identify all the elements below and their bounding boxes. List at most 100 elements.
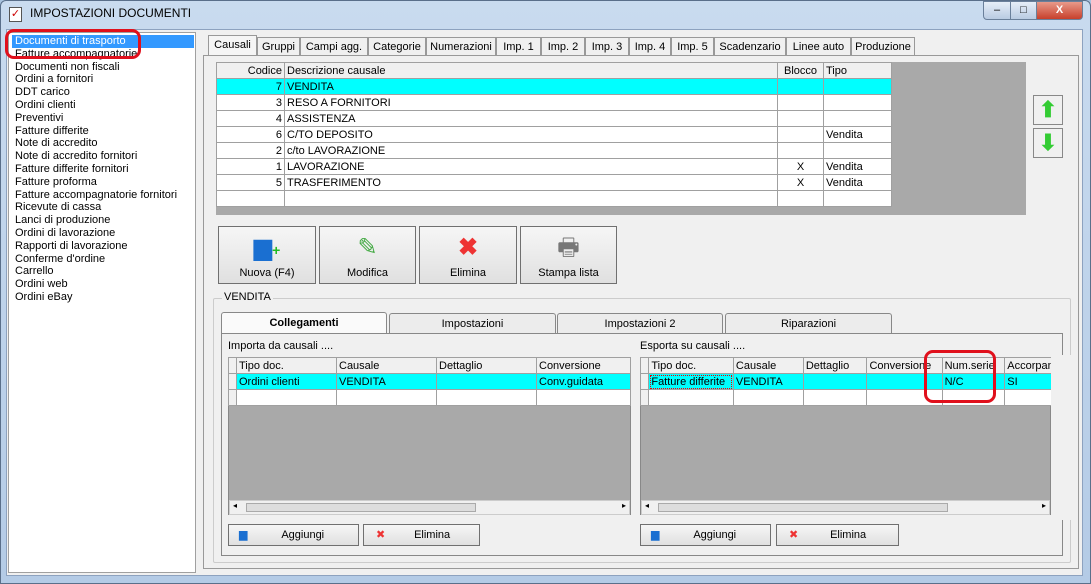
new-button[interactable]: ▆+ Nuova (F4) — [218, 226, 316, 284]
table-row[interactable] — [228, 389, 631, 406]
list-item[interactable]: Ordini di lavorazione — [12, 227, 194, 240]
importa-delete-button[interactable]: ✖ Elimina — [363, 524, 480, 546]
maximize-button[interactable]: □ — [1010, 1, 1037, 20]
table-cell[interactable] — [648, 389, 734, 406]
column-header[interactable]: Tipo doc. — [648, 357, 734, 374]
table-cell[interactable] — [823, 190, 892, 207]
minimize-button[interactable]: – — [983, 1, 1011, 20]
table-cell[interactable] — [436, 373, 537, 390]
column-header[interactable]: Conversione — [536, 357, 631, 374]
list-item[interactable]: Rapporti di lavorazione — [12, 240, 194, 253]
list-item[interactable]: Fatture differite — [12, 125, 194, 138]
table-row[interactable] — [216, 190, 892, 207]
tab-scadenzario[interactable]: Scadenzario — [714, 37, 786, 56]
table-row[interactable]: Ordini clienti VENDITA Conv.guidata — [228, 373, 631, 390]
table-row[interactable]: 4 ASSISTENZA — [216, 110, 892, 127]
tab-causali[interactable]: Causali — [208, 35, 257, 56]
list-item[interactable]: Fatture differite fornitori — [12, 163, 194, 176]
table-cell[interactable] — [777, 110, 824, 127]
table-cell[interactable]: 5 — [216, 174, 285, 191]
column-header[interactable]: Dettaglio — [802, 357, 868, 374]
list-item[interactable]: Conferme d'ordine — [12, 253, 194, 266]
tab-imp-1[interactable]: Imp. 1 — [496, 37, 541, 56]
table-cell[interactable] — [777, 94, 824, 111]
table-row[interactable]: 7 VENDITA — [216, 78, 892, 95]
table-cell[interactable]: VENDITA — [732, 373, 804, 390]
tab-produzione[interactable]: Produzione — [851, 37, 915, 56]
importa-hscrollbar[interactable]: ◂ ▸ — [229, 500, 630, 515]
table-cell[interactable]: VENDITA — [284, 78, 778, 95]
table-cell[interactable] — [236, 389, 337, 406]
subtab-impostazioni-2[interactable]: Impostazioni 2 — [557, 313, 723, 334]
table-row[interactable]: Fatture differite VENDITA N/C SI — [639, 373, 1070, 390]
list-item[interactable]: Documenti non fiscali — [12, 61, 194, 74]
list-item[interactable]: Fatture accompagnatorie fornitori — [12, 189, 194, 202]
table-cell[interactable]: VENDITA — [336, 373, 437, 390]
column-header[interactable]: Dettaglio — [436, 357, 537, 374]
list-item[interactable]: Carrello — [12, 265, 194, 278]
esporta-grid[interactable]: Tipo doc. Causale Dettaglio Conversione Num.… — [639, 357, 1070, 406]
table-cell[interactable] — [777, 78, 824, 95]
table-cell[interactable] — [436, 389, 537, 406]
tab-linee-auto[interactable]: Linee auto — [786, 37, 851, 56]
table-row[interactable]: 2 c/to LAVORAZIONE — [216, 142, 892, 159]
subtab-riparazioni[interactable]: Riparazioni — [725, 313, 892, 334]
column-header[interactable]: Tipo doc. — [236, 357, 337, 374]
table-cell[interactable]: Vendita — [823, 174, 892, 191]
importa-add-button[interactable]: ▆ Aggiungi — [228, 524, 359, 546]
list-item[interactable]: Preventivi — [12, 112, 194, 125]
list-item[interactable]: Ordini clienti — [12, 99, 194, 112]
esporta-hscrollbar[interactable]: ◂ ▸ — [641, 500, 1050, 515]
table-cell[interactable]: 1 — [216, 158, 285, 175]
table-cell[interactable] — [823, 94, 892, 111]
table-row[interactable]: 5 TRASFERIMENTO X Vendita — [216, 174, 892, 191]
table-cell[interactable]: c/to LAVORAZIONE — [284, 142, 778, 159]
column-header[interactable]: Descrizione causale — [284, 62, 778, 79]
move-up-button[interactable]: ⬆ — [1033, 95, 1063, 125]
close-button[interactable]: X — [1036, 1, 1083, 20]
table-cell[interactable]: Conv.guidata — [536, 373, 631, 390]
tab-imp-5[interactable]: Imp. 5 — [671, 37, 714, 56]
list-item[interactable]: Lanci di produzione — [12, 214, 194, 227]
table-cell[interactable] — [336, 389, 437, 406]
edit-button[interactable]: ✎ Modifica — [319, 226, 416, 284]
table-row[interactable] — [639, 389, 1070, 406]
tab-campi-agg-[interactable]: Campi agg. — [300, 37, 368, 56]
table-cell[interactable] — [777, 126, 824, 143]
move-down-button[interactable]: ⬇ — [1033, 128, 1063, 158]
table-row[interactable]: 1 LAVORAZIONE X Vendita — [216, 158, 892, 175]
list-item[interactable]: Note di accredito fornitori — [12, 150, 194, 163]
tab-gruppi[interactable]: Gruppi — [257, 37, 300, 56]
table-cell[interactable] — [216, 190, 285, 207]
esporta-add-button[interactable]: ▆ Aggiungi — [640, 524, 771, 546]
tab-imp-3[interactable]: Imp. 3 — [585, 37, 629, 56]
table-cell[interactable]: 2 — [216, 142, 285, 159]
document-type-list[interactable]: Documenti di trasporto Fatture accompagna… — [8, 32, 196, 573]
esporta-delete-button[interactable]: ✖ Elimina — [776, 524, 899, 546]
list-item[interactable]: Note di accredito — [12, 137, 194, 150]
column-header[interactable]: Causale — [732, 357, 804, 374]
column-header[interactable]: Causale — [336, 357, 437, 374]
list-item[interactable]: Fatture proforma — [12, 176, 194, 189]
table-cell[interactable]: Fatture differite — [648, 373, 734, 390]
table-row[interactable]: 3 RESO A FORNITORI — [216, 94, 892, 111]
table-cell[interactable] — [732, 389, 804, 406]
list-item[interactable]: DDT carico — [12, 86, 194, 99]
causali-grid[interactable]: Codice Descrizione causale Blocco Tipo 7 VEND… — [216, 62, 892, 207]
table-cell[interactable]: 7 — [216, 78, 285, 95]
table-cell[interactable]: 3 — [216, 94, 285, 111]
table-cell[interactable]: Vendita — [823, 158, 892, 175]
table-cell[interactable]: 4 — [216, 110, 285, 127]
table-cell[interactable]: X — [777, 158, 824, 175]
tab-imp-2[interactable]: Imp. 2 — [541, 37, 585, 56]
list-item[interactable]: Ordini web — [12, 278, 194, 291]
column-header[interactable]: Codice — [216, 62, 285, 79]
tab-numerazioni[interactable]: Numerazioni — [426, 37, 496, 56]
table-cell[interactable] — [802, 389, 868, 406]
list-item[interactable]: Ordini a fornitori — [12, 73, 194, 86]
table-cell[interactable]: X — [777, 174, 824, 191]
table-cell[interactable] — [823, 78, 892, 95]
importa-grid[interactable]: Tipo doc. Causale Dettaglio Conversione Ordi… — [228, 357, 631, 406]
table-cell[interactable] — [823, 110, 892, 127]
table-cell[interactable]: TRASFERIMENTO — [284, 174, 778, 191]
